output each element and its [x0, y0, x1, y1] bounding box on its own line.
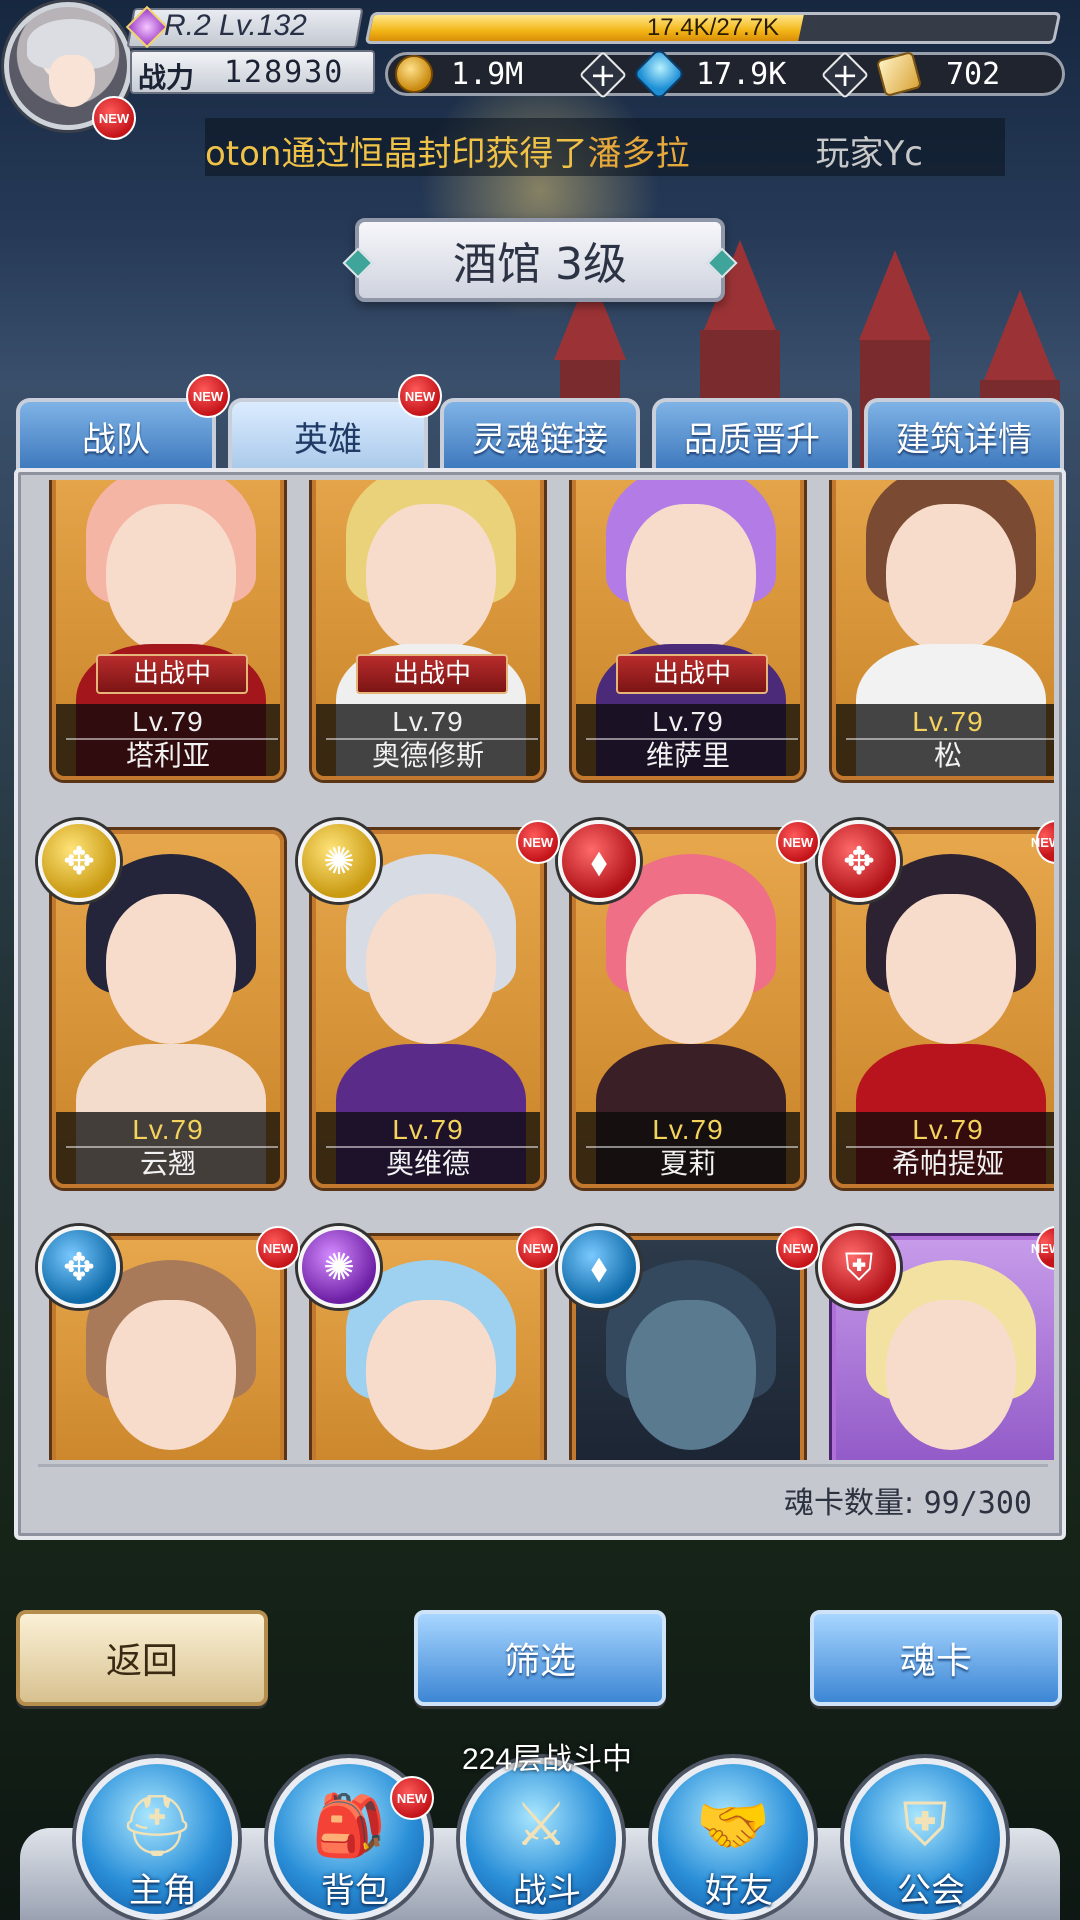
title-plaque: 酒馆 3级	[355, 218, 725, 302]
tab-soul-link[interactable]: 灵魂链接	[440, 398, 640, 470]
hero-name: 塔利亚	[125, 739, 210, 772]
tab-team-new-badge: NEW	[186, 374, 230, 418]
tab-label: 建筑详情	[896, 419, 1032, 460]
back-button-label: 返回	[105, 1641, 178, 1682]
hero-card[interactable]: 出战中 Lv.79 奥德修斯	[312, 480, 544, 780]
soul-card-button[interactable]: 魂卡	[810, 1610, 1062, 1706]
swirl-element-icon: ✺	[298, 1226, 380, 1308]
hero-card[interactable]: Lv.79 松	[832, 480, 1054, 780]
plus-icon: +	[831, 56, 859, 94]
hero-name: 夏莉	[659, 1147, 716, 1180]
avatar-new-badge: NEW	[92, 96, 136, 140]
blade-element-icon: ⬧	[558, 1226, 640, 1308]
nav-label: 好友	[705, 1871, 773, 1911]
power-value: 128930	[224, 55, 345, 90]
guild-crest-icon: ⛨	[902, 1790, 948, 1860]
ticker-part-3: 玩家Yc	[815, 134, 923, 174]
wing-element-icon: ✥	[38, 820, 120, 902]
wing-element-icon: ✥	[818, 820, 900, 902]
count-value: 99/300	[923, 1486, 1032, 1521]
nav-label: 战斗	[513, 1871, 581, 1911]
nav-bag-new-badge: NEW	[390, 1776, 434, 1820]
power-label: 战力	[138, 61, 195, 94]
ticket-value: 702	[946, 56, 1001, 92]
nav-battle-button[interactable]: ⚔ 战斗	[460, 1758, 622, 1920]
deployed-tag: 出战中	[356, 654, 508, 694]
battle-floor: 224	[462, 1743, 513, 1776]
card-new-badge: NEW	[256, 1226, 300, 1270]
nav-label: 主角	[129, 1871, 197, 1911]
soul-card-count: 魂卡数量: 99/300	[784, 1478, 1032, 1522]
hero-card-grid[interactable]: 出战中 Lv.79 塔利亚 出战中 Lv.79 奥德修斯 出战中 Lv.79 维…	[34, 480, 1054, 1460]
soul-card-button-label: 魂卡	[899, 1641, 972, 1682]
card-new-badge: NEW	[776, 1226, 820, 1270]
nav-friends-button[interactable]: 🤝 好友	[652, 1758, 814, 1920]
plus-icon: +	[589, 56, 617, 94]
filter-button[interactable]: 筛选	[414, 1610, 666, 1706]
tab-label: 灵魂链接	[472, 419, 608, 460]
ticker-part-1: oton通过恒晶封印获得了	[205, 134, 588, 174]
tab-heroes[interactable]: 英雄	[228, 398, 428, 470]
filter-button-label: 筛选	[503, 1641, 576, 1682]
ticker-text: oton通过恒晶封印获得了潘多拉 玩家Yc	[205, 126, 923, 175]
hero-name: 松	[933, 739, 962, 772]
tab-label: 品质晋升	[684, 419, 820, 460]
top-status-bar: NEW R.2 Lv.132 17.4K/27.7K 战力 128930 1.9…	[0, 0, 1080, 140]
nav-guild-button[interactable]: ⛨ 公会	[844, 1758, 1006, 1920]
hero-name: 云翘	[139, 1147, 196, 1180]
shield-element-icon: ⛨	[818, 1226, 900, 1308]
exp-text: 17.4K/27.7K	[646, 14, 780, 41]
ticket-resource: 702	[875, 50, 1001, 98]
battle-status: 224层战斗中	[462, 1734, 632, 1778]
helmet-icon: ⛑	[118, 1791, 196, 1861]
hero-name: 奥德修斯	[371, 739, 484, 772]
hero-name: 希帕提娅	[891, 1147, 1004, 1180]
ticket-icon	[875, 50, 923, 98]
tab-label: 英雄	[294, 419, 362, 460]
card-new-badge: NEW	[776, 820, 820, 864]
wing-element-icon: ✥	[38, 1226, 120, 1308]
tab-label: 战队	[82, 419, 150, 460]
nav-hero-button[interactable]: ⛑ 主角	[76, 1758, 238, 1920]
card-new-badge: NEW	[516, 820, 560, 864]
announcement-ticker: oton通过恒晶封印获得了潘多拉 玩家Yc	[205, 118, 1005, 176]
tab-building-details[interactable]: 建筑详情	[864, 398, 1064, 470]
gold-value: 1.9M	[451, 56, 524, 92]
card-new-badge: NEW	[516, 1226, 560, 1270]
rank-level: R.2 Lv.132	[164, 9, 307, 42]
gold-coin-icon	[395, 55, 433, 93]
blade-element-icon: ⬧	[558, 820, 640, 902]
swirl-element-icon: ✺	[298, 820, 380, 902]
page-title: 酒馆 3级	[453, 239, 627, 290]
hero-grid-panel: 出战中 Lv.79 塔利亚 出战中 Lv.79 奥德修斯 出战中 Lv.79 维…	[14, 468, 1066, 1540]
hero-name: 奥维德	[385, 1147, 470, 1180]
nav-label: 公会	[897, 1871, 965, 1911]
battle-status-text: 层战斗中	[512, 1742, 633, 1777]
back-button[interactable]: 返回	[16, 1610, 268, 1706]
tab-quality-upgrade[interactable]: 品质晋升	[652, 398, 852, 470]
gem-value: 17.9K	[696, 56, 787, 92]
crossed-swords-icon: ⚔	[514, 1790, 568, 1860]
hero-name: 维萨里	[645, 739, 730, 772]
count-label: 魂卡数量:	[783, 1486, 915, 1521]
hero-card[interactable]: 出战中 Lv.79 维萨里	[572, 480, 804, 780]
deployed-tag: 出战中	[616, 654, 768, 694]
deployed-tag: 出战中	[96, 654, 248, 694]
gem-resource: 17.9K	[632, 47, 787, 101]
nav-label: 背包	[321, 1871, 389, 1911]
gold-resource: 1.9M	[395, 55, 524, 93]
ticker-highlight: 潘多拉	[587, 134, 690, 174]
hero-card[interactable]: 出战中 Lv.79 塔利亚	[52, 480, 284, 780]
tab-team[interactable]: 战队	[16, 398, 216, 470]
tab-heroes-new-badge: NEW	[398, 374, 442, 418]
handshake-icon: 🤝	[695, 1791, 771, 1861]
